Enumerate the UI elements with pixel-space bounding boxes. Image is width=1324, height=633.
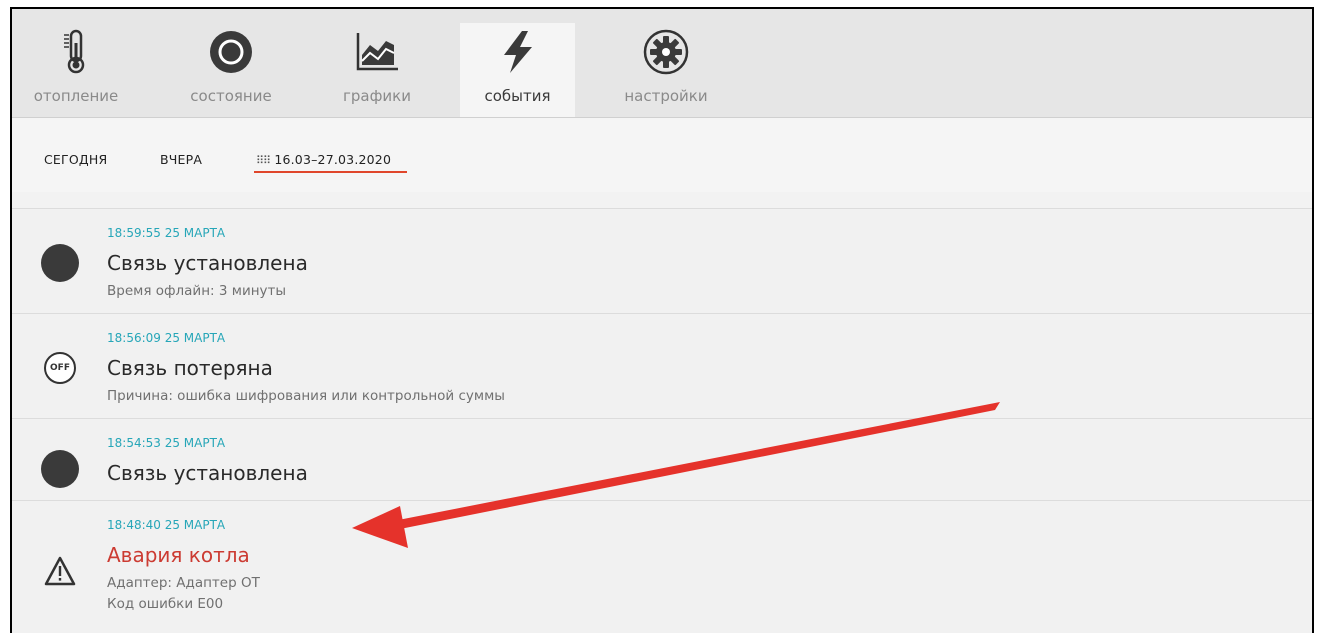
warning-icon [40, 551, 80, 591]
tab-charts[interactable]: графики [322, 23, 432, 117]
thermometer-icon [53, 29, 99, 75]
tab-bar: отопление состояние графики события наст… [12, 9, 1312, 118]
tab-label: отопление [33, 87, 119, 105]
tab-settings[interactable]: настройки [606, 23, 726, 117]
gear-icon [643, 29, 689, 75]
event-title: Авария котла [107, 543, 250, 567]
event-item[interactable]: OFF 18:56:09 25 МАРТА Связь потеряна При… [12, 313, 1312, 419]
filled-dot-icon [40, 243, 80, 283]
event-time: 18:54:53 25 МАРТА [107, 436, 226, 450]
date-range-label: 16.03–27.03.2020 [274, 152, 392, 167]
filter-yesterday[interactable]: ВЧЕРА [160, 152, 202, 167]
tab-label: состояние [190, 87, 272, 105]
calendar-icon: ⠿⠿ [256, 154, 271, 167]
ring-icon [208, 29, 254, 75]
event-detail: Адаптер: Адаптер ОТ [107, 575, 260, 591]
event-title: Связь потеряна [107, 356, 273, 380]
filter-date-range[interactable]: ⠿⠿ 16.03–27.03.2020 [256, 152, 391, 167]
event-title: Связь установлена [107, 461, 308, 485]
chart-icon [354, 29, 400, 75]
event-item[interactable]: 18:59:55 25 МАРТА Связь установлена Врем… [12, 208, 1312, 314]
off-icon: OFF [40, 348, 80, 388]
filled-dot-icon [40, 449, 80, 489]
event-time: 18:59:55 25 МАРТА [107, 226, 226, 240]
lightning-icon [495, 29, 541, 75]
event-detail: Причина: ошибка шифрования или контрольн… [107, 388, 505, 404]
active-filter-underline [254, 171, 407, 173]
tab-label: настройки [624, 87, 708, 105]
event-detail: Время офлайн: 3 минуты [107, 283, 287, 299]
event-time: 18:56:09 25 МАРТА [107, 331, 226, 345]
filter-today[interactable]: СЕГОДНЯ [44, 152, 107, 167]
tab-heating[interactable]: отопление [16, 23, 136, 117]
tab-label: события [484, 87, 551, 105]
app-frame: отопление состояние графики события наст… [10, 7, 1314, 633]
event-title: Связь установлена [107, 251, 308, 275]
event-item[interactable]: 18:54:53 25 МАРТА Связь установлена [12, 418, 1312, 501]
event-detail: Код ошибки E00 [107, 596, 224, 612]
date-filter-bar: СЕГОДНЯ ВЧЕРА ⠿⠿ 16.03–27.03.2020 [12, 118, 1312, 192]
event-item[interactable]: 18:48:40 25 МАРТА Авария котла Адаптер: … [12, 500, 1312, 633]
event-time: 18:48:40 25 МАРТА [107, 518, 226, 532]
tab-events[interactable]: события [460, 23, 575, 117]
tab-label: графики [343, 87, 411, 105]
tab-status[interactable]: состояние [176, 23, 286, 117]
